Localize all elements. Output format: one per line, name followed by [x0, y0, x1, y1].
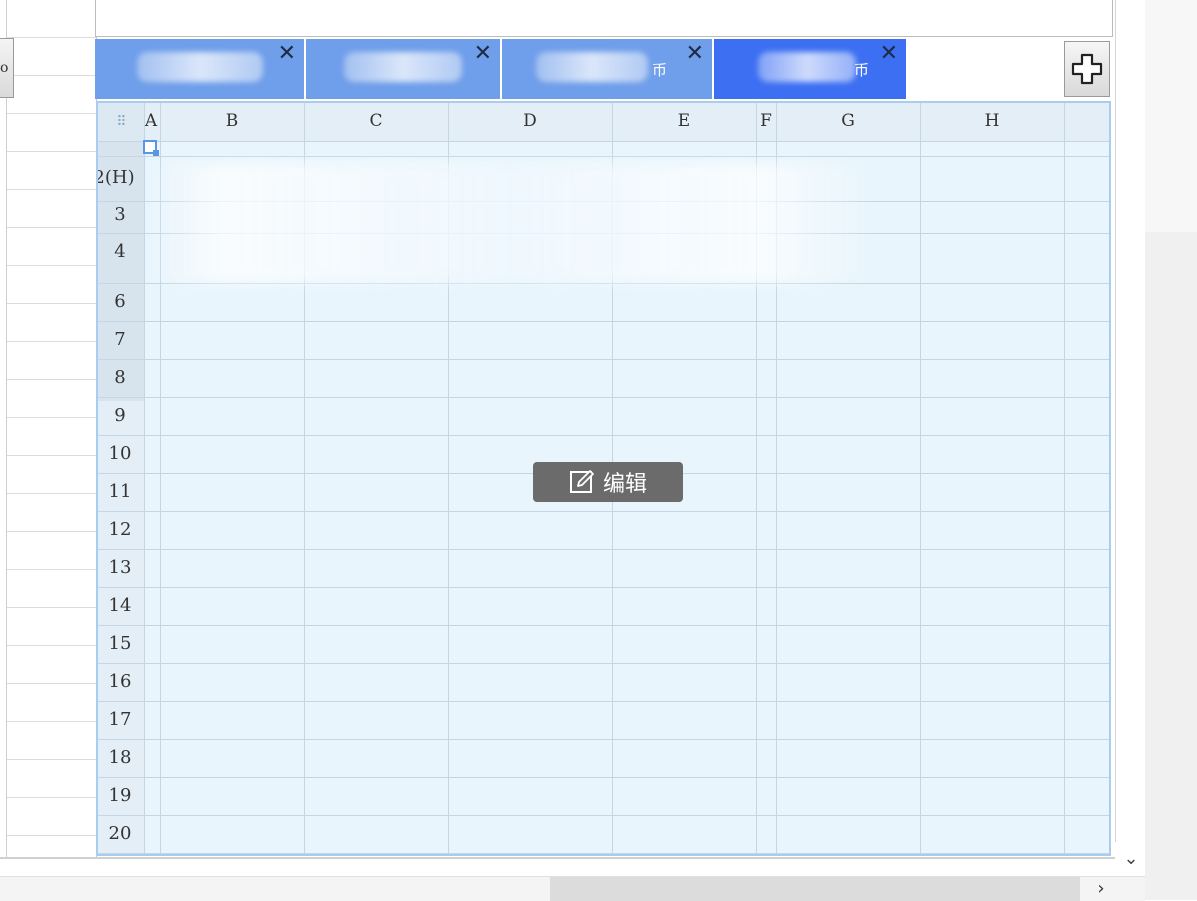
horizontal-scrollbar[interactable]: ›: [0, 876, 1145, 901]
sheet-tab-3-label: [536, 52, 648, 82]
column-label-f[interactable]: F: [756, 111, 776, 131]
row-label-17[interactable]: 17: [98, 709, 142, 730]
row-label-20[interactable]: 20: [98, 823, 142, 844]
edit-button-label: 编辑: [602, 472, 647, 497]
grid-hline: [98, 397, 1109, 398]
vertical-scrollbar-thumb[interactable]: [1145, 0, 1197, 232]
column-label-c[interactable]: C: [304, 111, 448, 131]
grid-vline: [144, 103, 145, 854]
sheet-tab-4-suffix: 币: [854, 61, 870, 79]
horizontal-scrollbar-thumb[interactable]: [550, 877, 1080, 901]
row-label-2[interactable]: 2(H): [98, 167, 136, 188]
row-label-9[interactable]: 9: [98, 405, 142, 426]
grid-hline: [98, 777, 1109, 778]
row-label-13[interactable]: 13: [98, 557, 142, 578]
close-icon[interactable]: ✕: [686, 41, 704, 67]
row-label-10[interactable]: 10: [98, 443, 142, 464]
column-label-d[interactable]: D: [448, 111, 612, 131]
row-label-18[interactable]: 18: [98, 747, 142, 768]
left-collapse-button[interactable]: o: [0, 38, 14, 98]
scroll-down-icon[interactable]: ⌄: [1118, 846, 1144, 872]
grid-hline: [98, 511, 1109, 512]
column-label-b[interactable]: B: [160, 111, 304, 131]
row-label-15[interactable]: 15: [98, 633, 142, 654]
grid-vline: [920, 103, 921, 854]
grid-hline: [98, 283, 1109, 284]
row-label-19[interactable]: 19: [98, 785, 142, 806]
grid-hline: [98, 156, 1109, 157]
top-formula-area[interactable]: [95, 0, 1113, 37]
vertical-scrollbar-track[interactable]: [1145, 0, 1197, 900]
sheet-tab-3-suffix: 币: [652, 61, 668, 79]
row-label-4[interactable]: 4: [98, 241, 142, 262]
add-sheet-button[interactable]: [1064, 41, 1110, 97]
grid-hline: [98, 435, 1109, 436]
grid-corner-icon[interactable]: ⠿: [98, 103, 144, 141]
grid-hline: [98, 701, 1109, 702]
row-label-8[interactable]: 8: [98, 367, 142, 388]
left-panel-edge: [0, 0, 7, 858]
grid-hline: [98, 739, 1109, 740]
column-label-e[interactable]: E: [612, 111, 756, 131]
grid-hline: [98, 587, 1109, 588]
sheet-tab-3[interactable]: 币 ✕: [502, 39, 714, 99]
grid-hline: [98, 321, 1109, 322]
sheet-tab-1-label: [137, 52, 263, 82]
row-label-6[interactable]: 6: [98, 291, 142, 312]
row-label-11[interactable]: 11: [98, 481, 142, 502]
grid-hline: [98, 815, 1109, 816]
row-label-3[interactable]: 3: [98, 204, 142, 225]
grid-hline: [98, 625, 1109, 626]
left-panel: [0, 0, 97, 858]
grid-hline: [98, 549, 1109, 550]
blurred-cell-content: [150, 163, 870, 283]
grid-vline: [1064, 103, 1065, 854]
row-label-7[interactable]: 7: [98, 329, 142, 350]
sheet-tab-2-label: [344, 52, 462, 82]
right-gutter: [1115, 0, 1146, 842]
row-label-16[interactable]: 16: [98, 671, 142, 692]
sheet-tab-strip: ✕ ✕ 币 ✕ 币 ✕: [95, 39, 1115, 99]
spreadsheet-grid[interactable]: ⠿ A B C D E F G H 2(H) 3 4 6 7 8 9 10 11…: [96, 101, 1111, 856]
column-label-g[interactable]: G: [776, 111, 920, 131]
grid-bottom-border: [0, 857, 1115, 859]
scroll-right-icon[interactable]: ›: [1088, 877, 1114, 901]
sheet-tab-1[interactable]: ✕: [95, 39, 306, 99]
selection-handle[interactable]: [143, 140, 159, 156]
edit-button[interactable]: 编辑: [533, 462, 683, 502]
grid-hline: [98, 853, 1109, 854]
column-label-h[interactable]: H: [920, 111, 1064, 131]
sheet-tab-2[interactable]: ✕: [306, 39, 502, 99]
close-icon[interactable]: ✕: [278, 41, 296, 67]
column-label-a[interactable]: A: [143, 111, 159, 131]
close-icon[interactable]: ✕: [880, 41, 898, 67]
edit-icon: [569, 470, 594, 493]
row-label-14[interactable]: 14: [98, 595, 142, 616]
sheet-tab-4-label: [758, 52, 856, 82]
grid-hline: [98, 359, 1109, 360]
close-icon[interactable]: ✕: [474, 41, 492, 67]
row-label-12[interactable]: 12: [98, 519, 142, 540]
grid-hline: [98, 663, 1109, 664]
plus-icon: [1071, 53, 1103, 85]
grid-hline: [98, 141, 1109, 142]
sheet-tab-4-active[interactable]: 币 ✕: [714, 39, 908, 99]
